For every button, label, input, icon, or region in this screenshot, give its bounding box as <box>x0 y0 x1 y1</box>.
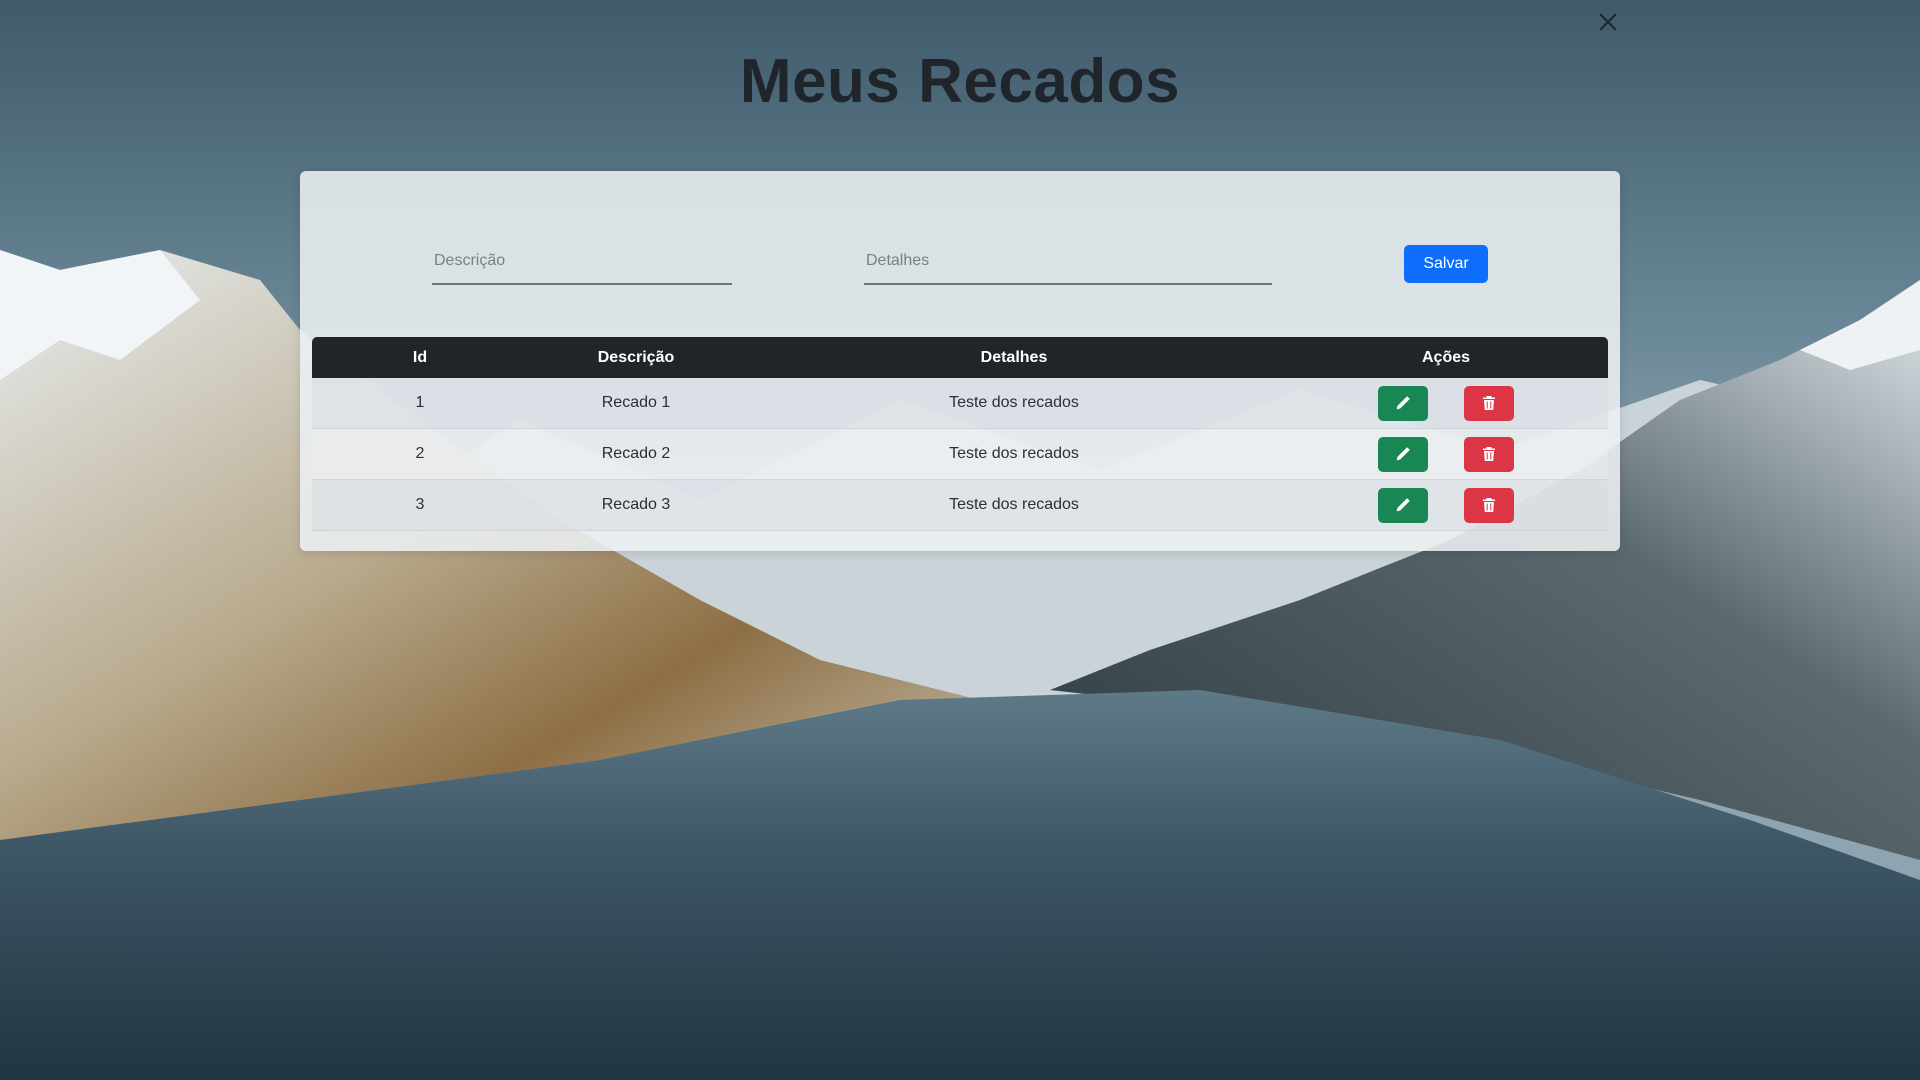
page: Meus Recados Salvar Id Descrição Detalhe… <box>0 0 1920 1080</box>
pencil-icon <box>1396 447 1410 461</box>
row-details: Teste dos recados <box>744 428 1284 480</box>
row-id: 2 <box>312 428 528 480</box>
recados-card: Salvar Id Descrição Detalhes Ações 1 Rec… <box>300 171 1620 551</box>
delete-button[interactable] <box>1464 487 1514 523</box>
row-id: 1 <box>312 378 528 429</box>
recados-table: Id Descrição Detalhes Ações 1 Recado 1 T… <box>312 337 1608 531</box>
trash-icon <box>1483 498 1495 512</box>
save-button[interactable]: Salvar <box>1404 245 1488 283</box>
row-actions-group <box>1284 436 1608 472</box>
table-row: 1 Recado 1 Teste dos recados <box>312 378 1608 429</box>
delete-button[interactable] <box>1464 385 1514 421</box>
details-input[interactable] <box>864 241 1272 281</box>
row-actions-group <box>1284 487 1608 523</box>
column-header-description: Descrição <box>597 348 675 366</box>
trash-icon <box>1483 396 1495 410</box>
row-actions <box>1284 428 1608 480</box>
row-actions <box>1284 479 1608 531</box>
row-details: Teste dos recados <box>744 378 1284 429</box>
description-input[interactable] <box>432 241 732 281</box>
edit-button[interactable] <box>1378 436 1428 472</box>
column-header-details: Detalhes <box>980 348 1048 366</box>
close-icon[interactable] <box>1596 10 1620 34</box>
table-header: Id Descrição Detalhes Ações <box>312 337 1608 378</box>
pencil-icon <box>1396 498 1410 512</box>
row-id: 3 <box>312 479 528 531</box>
page-title: Meus Recados <box>739 47 1181 116</box>
description-field <box>432 241 732 285</box>
trash-icon <box>1483 447 1495 461</box>
edit-button[interactable] <box>1378 487 1428 523</box>
table-body: 1 Recado 1 Teste dos recados 2 Recado 2 … <box>312 378 1608 531</box>
row-description: Recado 2 <box>528 428 744 480</box>
edit-button[interactable] <box>1378 385 1428 421</box>
column-header-id: Id <box>412 348 428 366</box>
row-actions <box>1284 378 1608 429</box>
details-field <box>864 241 1272 285</box>
table-row: 2 Recado 2 Teste dos recados <box>312 428 1608 480</box>
row-description: Recado 3 <box>528 479 744 531</box>
table-header-row: Id Descrição Detalhes Ações <box>312 337 1608 378</box>
row-details: Teste dos recados <box>744 479 1284 531</box>
row-description: Recado 1 <box>528 378 744 429</box>
delete-button[interactable] <box>1464 436 1514 472</box>
pencil-icon <box>1396 396 1410 410</box>
row-actions-group <box>1284 385 1608 421</box>
column-header-actions: Ações <box>1421 348 1471 366</box>
table-row: 3 Recado 3 Teste dos recados <box>312 479 1608 531</box>
